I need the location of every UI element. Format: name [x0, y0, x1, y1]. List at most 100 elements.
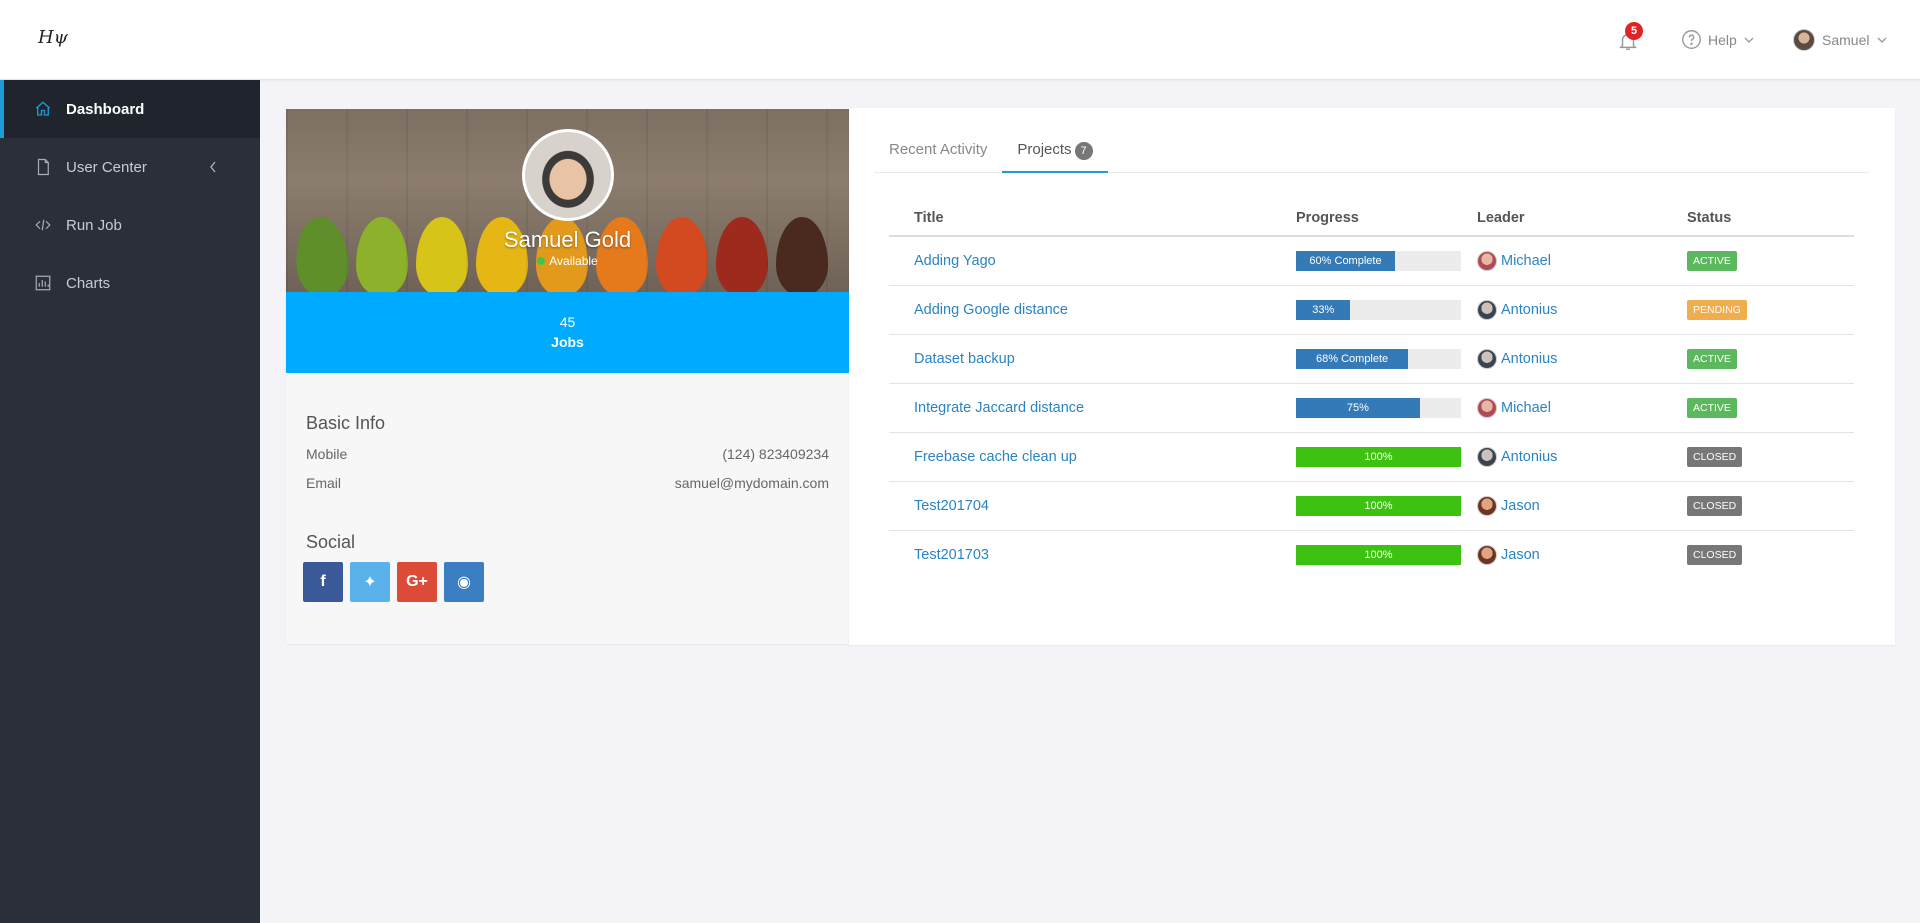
social-links: f ✦ G+ ◉ [303, 562, 484, 602]
progress-fill: 68% Complete [1296, 348, 1409, 369]
app-logo[interactable]: Hψ [38, 27, 68, 48]
leader-avatar [1477, 495, 1497, 516]
leader-link[interactable]: Jason [1501, 547, 1540, 563]
project-title-cell: Adding Google distance [889, 285, 1296, 335]
project-title-link[interactable]: Adding Google distance [914, 302, 1068, 318]
email-value: samuel@mydomain.com [674, 475, 829, 491]
status-badge: CLOSED [1687, 495, 1743, 516]
profile-avatar [522, 129, 614, 221]
leader-avatar [1477, 544, 1497, 565]
table-row: Adding Google distance 33% Antonius PEND… [889, 285, 1854, 335]
github-button[interactable]: ◉ [444, 562, 484, 602]
chevron-left-icon [210, 161, 216, 173]
tab-label: Recent Activity [889, 141, 988, 158]
table-row: Test201704 100% Jason CLOSED [889, 481, 1854, 531]
column-header-title: Title [889, 200, 1296, 237]
project-title-link[interactable]: Test201703 [914, 547, 989, 563]
file-icon [34, 158, 52, 176]
chart-icon [34, 274, 52, 292]
user-menu[interactable]: Samuel [1793, 29, 1888, 51]
status-dot-icon [537, 257, 546, 265]
progress-cell: 100% [1296, 530, 1477, 579]
github-icon: ◉ [457, 574, 471, 591]
status-badge: PENDING [1687, 299, 1747, 320]
chevron-down-icon [1878, 37, 1887, 43]
mobile-label: Mobile [306, 446, 348, 462]
mobile-value: (124) 823409234 [722, 446, 829, 462]
social-heading: Social [306, 532, 356, 552]
progress-bar: 75% [1296, 397, 1461, 418]
progress-bar: 100% [1296, 544, 1461, 565]
profile-status: Available [286, 254, 849, 268]
project-title-link[interactable]: Freebase cache clean up [914, 449, 1077, 465]
leader-cell: Michael [1477, 236, 1687, 286]
sidebar-item-label: Charts [66, 274, 111, 292]
leader-link[interactable]: Michael [1501, 253, 1551, 269]
progress-cell: 68% Complete [1296, 334, 1477, 384]
projects-table: Title Progress Leader Status Adding Yago… [889, 200, 1854, 579]
sidebar-item-label: User Center [66, 158, 147, 176]
project-title-cell: Test201704 [889, 481, 1296, 531]
help-menu[interactable]: Help [1681, 29, 1755, 50]
status-cell: ACTIVE [1687, 334, 1854, 384]
progress-cell: 100% [1296, 481, 1477, 531]
leader-cell: Jason [1477, 530, 1687, 579]
sidebar-item-run-job[interactable]: Run Job [0, 196, 260, 254]
progress-bar: 100% [1296, 446, 1461, 467]
avatar [1793, 29, 1815, 51]
twitter-button[interactable]: ✦ [350, 562, 390, 602]
progress-cell: 33% [1296, 285, 1477, 335]
leader-link[interactable]: Antonius [1501, 449, 1557, 465]
status-badge: ACTIVE [1687, 348, 1737, 369]
project-title-link[interactable]: Adding Yago [914, 253, 996, 269]
profile-name: Samuel Gold [503, 227, 632, 252]
status-cell: CLOSED [1687, 481, 1854, 531]
profile-card: Samuel Gold Available 45 Jobs Basic Info… [286, 109, 849, 644]
project-title-link[interactable]: Test201704 [914, 498, 989, 514]
progress-bar: 100% [1296, 495, 1461, 516]
progress-cell: 100% [1296, 432, 1477, 482]
sidebar-item-user-center[interactable]: User Center [0, 138, 260, 196]
jobs-label: Jobs [551, 334, 584, 350]
sidebar-item-label: Dashboard [66, 100, 145, 118]
leader-link[interactable]: Antonius [1501, 351, 1557, 367]
project-title-cell: Integrate Jaccard distance [889, 383, 1296, 433]
progress-fill: 100% [1296, 495, 1461, 516]
leader-link[interactable]: Antonius [1501, 302, 1557, 318]
progress-cell: 60% Complete [1296, 236, 1477, 286]
progress-fill: 100% [1296, 446, 1461, 467]
project-title-link[interactable]: Dataset backup [914, 351, 1015, 367]
top-bar: Hψ 5 Help Samuel [0, 0, 1920, 80]
status-badge: ACTIVE [1687, 250, 1737, 271]
project-title-link[interactable]: Integrate Jaccard distance [914, 400, 1084, 416]
code-icon [34, 216, 52, 234]
home-icon [34, 100, 52, 118]
status-cell: CLOSED [1687, 530, 1854, 579]
sidebar-item-dashboard[interactable]: Dashboard [0, 80, 260, 138]
facebook-button[interactable]: f [303, 562, 343, 602]
leader-link[interactable]: Michael [1501, 400, 1551, 416]
sidebar-item-charts[interactable]: Charts [0, 254, 260, 312]
progress-fill: 100% [1296, 544, 1461, 565]
leader-cell: Michael [1477, 383, 1687, 433]
tab-projects[interactable]: Projects 7 [1002, 108, 1108, 173]
progress-fill: 60% Complete [1296, 250, 1395, 271]
status-badge: CLOSED [1687, 544, 1743, 565]
help-icon [1682, 30, 1701, 49]
status-text: Available [549, 254, 598, 268]
google-plus-icon: G+ [406, 573, 428, 590]
leader-avatar [1477, 348, 1497, 369]
leader-avatar [1477, 250, 1497, 271]
progress-bar: 60% Complete [1296, 250, 1461, 271]
column-header-progress: Progress [1296, 200, 1477, 237]
progress-cell: 75% [1296, 383, 1477, 433]
tab-recent-activity[interactable]: Recent Activity [874, 108, 1002, 172]
leader-avatar [1477, 299, 1497, 320]
google-plus-button[interactable]: G+ [397, 562, 437, 602]
leader-link[interactable]: Jason [1501, 498, 1540, 514]
status-cell: CLOSED [1687, 432, 1854, 482]
column-header-leader: Leader [1477, 200, 1687, 237]
mobile-row: Mobile (124) 823409234 [306, 446, 829, 462]
leader-avatar [1477, 446, 1497, 467]
status-badge: CLOSED [1687, 446, 1743, 467]
